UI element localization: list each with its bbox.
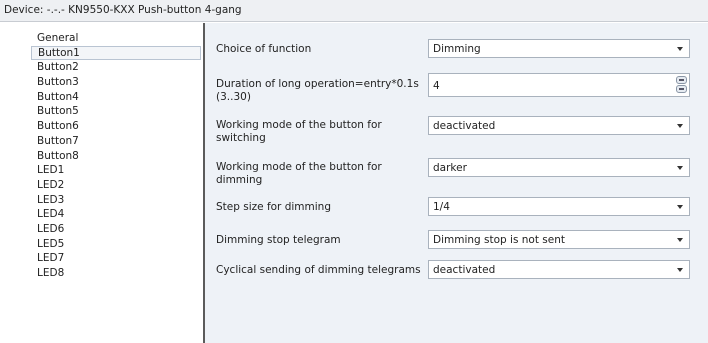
sidebar-item-led6[interactable]: LED6: [31, 222, 201, 237]
spin-down-icon[interactable]: [676, 85, 687, 93]
select-value: deactivated: [433, 120, 496, 132]
dimming-stop-telegram-select[interactable]: Dimming stop is not sent: [428, 230, 690, 249]
sidebar-item-led4[interactable]: LED4: [31, 207, 201, 222]
param-label: Working mode of the button for switching: [216, 119, 382, 144]
param-label: Choice of function: [216, 43, 312, 55]
chevron-down-icon: [677, 268, 683, 272]
chevron-down-icon: [677, 205, 683, 209]
param-label: Cyclical sending of dimming telegrams: [216, 264, 421, 276]
dimming-mode-select[interactable]: darker: [428, 158, 690, 177]
dimming-step-size-select[interactable]: 1/4: [428, 197, 690, 216]
select-value: deactivated: [433, 264, 496, 276]
sidebar-item-button8[interactable]: Button8: [31, 149, 201, 164]
param-label: Working mode of the button for dimming: [216, 161, 382, 186]
sidebar-item-button3[interactable]: Button3: [31, 75, 201, 90]
sidebar-item-general[interactable]: General: [31, 31, 201, 46]
choice-of-function-select[interactable]: Dimming: [428, 39, 690, 58]
chevron-down-icon: [677, 238, 683, 242]
sidebar-item-led3[interactable]: LED3: [31, 193, 201, 208]
switching-mode-select[interactable]: deactivated: [428, 116, 690, 135]
chevron-down-icon: [677, 124, 683, 128]
sidebar-item-led2[interactable]: LED2: [31, 178, 201, 193]
spinner-buttons: [676, 76, 687, 94]
param-label: Dimming stop telegram: [216, 234, 341, 246]
select-value: 1/4: [433, 201, 450, 213]
chevron-down-icon: [677, 47, 683, 51]
sidebar: General Button1 Button2 Button3 Button4 …: [31, 31, 201, 343]
sidebar-item-led1[interactable]: LED1: [31, 163, 201, 178]
long-operation-duration-spinner[interactable]: 4: [428, 73, 690, 97]
spinner-value: 4: [433, 80, 440, 92]
sidebar-item-button2[interactable]: Button2: [31, 60, 201, 75]
parameter-panel: Choice of function Dimming Duration of l…: [205, 23, 708, 343]
sidebar-item-led8[interactable]: LED8: [31, 266, 201, 281]
select-value: Dimming stop is not sent: [433, 234, 566, 246]
spin-up-icon[interactable]: [676, 76, 687, 84]
sidebar-item-led5[interactable]: LED5: [31, 237, 201, 252]
param-label: Duration of long operation=entry*0.1s (3…: [216, 78, 419, 103]
chevron-down-icon: [677, 166, 683, 170]
cyclical-dimming-telegrams-select[interactable]: deactivated: [428, 260, 690, 279]
select-value: darker: [433, 162, 467, 174]
param-label: Step size for dimming: [216, 201, 331, 213]
sidebar-item-button1[interactable]: Button1: [31, 45, 201, 61]
select-value: Dimming: [433, 43, 481, 55]
sidebar-item-button6[interactable]: Button6: [31, 119, 201, 134]
sidebar-item-button4[interactable]: Button4: [31, 90, 201, 105]
sidebar-item-button7[interactable]: Button7: [31, 134, 201, 149]
sidebar-item-button5[interactable]: Button5: [31, 104, 201, 119]
window-title: Device: -.-.- KN9550-KXX Push-button 4-g…: [0, 0, 708, 22]
sidebar-item-led7[interactable]: LED7: [31, 251, 201, 266]
